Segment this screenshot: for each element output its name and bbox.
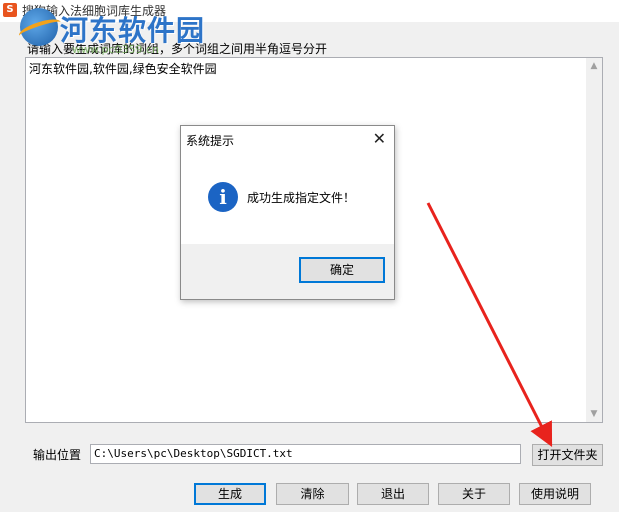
scroll-down-icon[interactable]: ▼ <box>586 406 602 422</box>
about-button[interactable]: 关于 <box>438 483 510 505</box>
system-prompt-dialog: 系统提示 ✕ i 成功生成指定文件！ 确定 <box>180 125 395 300</box>
dialog-title-bar: 系统提示 ✕ <box>181 126 394 153</box>
ok-button[interactable]: 确定 <box>299 257 385 283</box>
annotation-arrow <box>426 202 553 448</box>
dialog-title: 系统提示 <box>186 134 235 148</box>
vertical-scrollbar[interactable]: ▲ ▼ <box>586 58 602 422</box>
close-icon[interactable]: ✕ <box>373 129 386 148</box>
info-icon: i <box>208 182 238 212</box>
clear-button[interactable]: 清除 <box>276 483 349 505</box>
watermark-url: www.pc0359.cn <box>72 43 160 56</box>
output-location-label: 输出位置 <box>33 448 82 462</box>
phrase-input-text: 河东软件园,软件园,绿色安全软件园 <box>29 62 217 76</box>
scroll-up-icon[interactable]: ▲ <box>586 58 602 74</box>
sogou-icon: S <box>3 3 17 17</box>
help-button[interactable]: 使用说明 <box>519 483 591 505</box>
dialog-body: i 成功生成指定文件！ <box>181 153 394 244</box>
dialog-message: 成功生成指定文件！ <box>247 191 356 205</box>
exit-button[interactable]: 退出 <box>357 483 429 505</box>
generate-button[interactable]: 生成 <box>194 483 266 505</box>
watermark-logo: 河东软件园 www.pc0359.cn <box>16 6 220 56</box>
